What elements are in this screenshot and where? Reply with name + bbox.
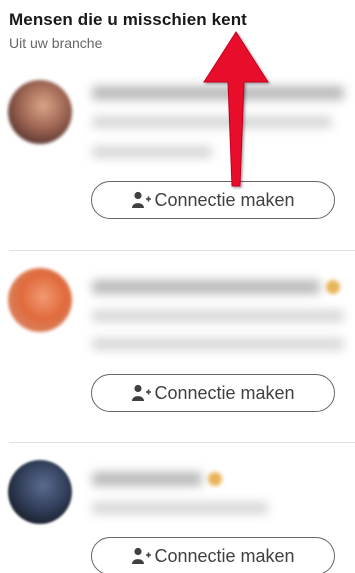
blurred-headline	[92, 502, 268, 514]
blurred-name	[92, 472, 202, 486]
connect-button-label: Connectie maken	[154, 382, 295, 403]
avatar[interactable]	[8, 268, 72, 332]
divider	[9, 250, 355, 251]
badge-icon	[326, 280, 340, 294]
avatar[interactable]	[8, 80, 72, 144]
section-title: Mensen die u misschien kent	[9, 10, 247, 29]
avatar[interactable]	[8, 460, 72, 524]
connect-button[interactable]: Connectie maken	[91, 537, 335, 573]
add-person-icon	[131, 191, 152, 209]
badge-icon	[208, 472, 222, 486]
blurred-headline	[92, 338, 344, 350]
blurred-headline	[92, 310, 344, 322]
red-arrow-up-icon	[203, 31, 269, 187]
connect-button[interactable]: Connectie maken	[91, 374, 335, 412]
add-person-icon	[131, 384, 152, 402]
blurred-name	[92, 280, 320, 294]
blurred-headline	[92, 146, 212, 158]
connect-button-label: Connectie maken	[154, 545, 295, 566]
divider	[9, 442, 355, 443]
add-person-icon	[131, 547, 152, 565]
